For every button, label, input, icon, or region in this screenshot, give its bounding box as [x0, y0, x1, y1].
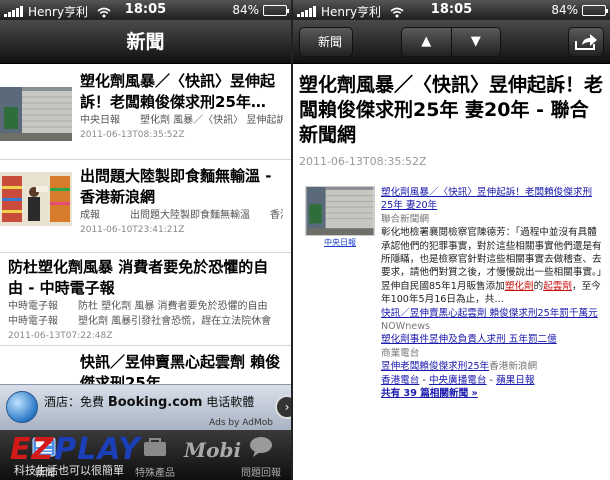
share-button[interactable] [568, 27, 604, 57]
tab-label: 問題回報 [241, 468, 281, 479]
speech-bubble-icon [226, 430, 291, 458]
news-list-screen: Henry亨利 18:05 84% 新聞 塑化劑風暴／〈快訊〉昱伸起訴！老闆賴俊… [0, 0, 291, 480]
item-headline: 防杜塑化劑風暴 消費者要免於恐懼的自由 - 中時電子報 [8, 258, 269, 297]
list-item[interactable]: 塑化劑風暴／〈快訊〉昱伸起訴！老闆賴俊傑求刑25年… 中央日報 塑化劑 風暴／〈… [0, 65, 291, 160]
newspaper-icon [10, 430, 80, 458]
item-meta: 中央日報 塑化劑 風暴／〈快訊〉 昱伸起訴！老闆 賴俊傑求刑25年… [80, 115, 283, 126]
list-item[interactable]: 出問題大陸製即食麵無輸溫 - 香港新浪網 成報 出問題大陸製即食麵無輸溫 香港新… [0, 160, 291, 253]
article-screen: Henry亨利 18:05 84% 新聞 ▲ ▼ 塑化劑風暴／〈快訊〉昱伸起訴！… [293, 0, 610, 480]
item-headline: 塑化劑風暴／〈快訊〉昱伸起訴！老闆賴俊傑求刑25年… [80, 72, 276, 111]
nav-bar: 新聞 [0, 20, 291, 64]
battery-status: 84% [232, 3, 289, 17]
previous-article-button[interactable]: ▲ [402, 28, 451, 56]
source-link[interactable]: 中央廣播電台 [429, 375, 487, 386]
thumbnail-caption[interactable]: 中央日報 [305, 237, 375, 248]
related-source: 香港新浪網 [489, 361, 538, 373]
item-meta: 中時電子報 防杜 塑化劑 風暴 消費者要免於恐懼的自由 中時電子報 塑化劑 風暴… [8, 301, 283, 327]
article: 塑化劑風暴／〈快訊〉昱伸起訴！老闆賴俊傑求刑25年 妻20年 - 聯合新聞網 2… [293, 65, 610, 409]
lead-link[interactable]: 塑化劑風暴／〈快訊〉昱伸起訴！老闆賴俊傑求刑25年 妻20年 [381, 187, 592, 211]
related-link[interactable]: 快訊／昱伸賣黑心起雲劑 賴俊傑求刑25年罰千萬元 [381, 308, 598, 319]
back-button[interactable]: 新聞 [299, 27, 354, 57]
news-list: 塑化劑風暴／〈快訊〉昱伸起訴！老闆賴俊傑求刑25年… 中央日報 塑化劑 風暴／〈… [0, 65, 291, 385]
battery-icon [263, 4, 289, 16]
tab-special-products[interactable]: 特殊產品 [120, 430, 190, 480]
keyword-link[interactable]: 塑化劑 [505, 281, 534, 292]
related-source: 商業電台 [381, 347, 420, 359]
prev-next-control: ▲ ▼ [401, 27, 501, 57]
tab-news[interactable]: 新聞 [10, 430, 80, 480]
tab-feedback[interactable]: 問題回報 [226, 430, 291, 480]
ad-arrow-icon[interactable]: › [275, 395, 291, 419]
ad-text: 酒店：免費 Booking.com 电话軟體 [44, 395, 255, 410]
list-item[interactable]: 防杜塑化劑風暴 消費者要免於恐懼的自由 - 中時電子報 中時電子報 防杜 塑化劑… [0, 253, 291, 346]
related-link[interactable]: 昱伸老闆賴俊傑求刑25年 [381, 361, 489, 372]
storefront-thumbnail [0, 87, 72, 141]
battery-percent: 84% [232, 3, 259, 17]
battery-percent: 84% [551, 3, 578, 17]
item-headline: 快訊／昱伸賣黑心起雲劑 賴俊傑求刑25年… [80, 353, 281, 385]
share-icon [575, 34, 597, 50]
supermarket-thumbnail [0, 172, 72, 226]
ad-attribution: Ads by AdMob [209, 418, 273, 428]
status-bar: Henry亨利 18:05 84% [293, 0, 610, 20]
status-bar: Henry亨利 18:05 84% [0, 0, 291, 20]
item-date: 2011-06-13T08:35:52Z [80, 130, 185, 140]
nav-bar: 新聞 ▲ ▼ [293, 20, 610, 64]
tab-label: 新聞 [35, 468, 55, 479]
story-block: 中央日報 塑化劑風暴／〈快訊〉昱伸起訴！老闆賴俊傑求刑25年 妻20年 聯合新聞… [299, 186, 604, 401]
item-date: 2011-06-10T23:41:21Z [80, 225, 185, 235]
item-date: 2011-06-13T07:22:48Z [8, 331, 113, 341]
article-date: 2011-06-13T08:35:52Z [299, 155, 427, 168]
article-title: 塑化劑風暴／〈快訊〉昱伸起訴！老闆賴俊傑求刑25年 妻20年 - 聯合新聞網 [299, 74, 604, 146]
tab-label: 特殊產品 [135, 468, 175, 479]
item-headline: 出問題大陸製即食麵無輸溫 - 香港新浪網 [80, 167, 272, 206]
source-link[interactable]: 香港電台 [381, 375, 419, 386]
battery-icon [582, 4, 608, 16]
ad-banner[interactable]: 酒店：免費 Booking.com 电话軟體 Ads by AdMob › [0, 384, 291, 430]
keyword-link[interactable]: 起雲劑 [543, 281, 572, 292]
page-title: 新聞 [126, 31, 165, 53]
globe-icon [6, 391, 38, 423]
battery-status: 84% [551, 3, 608, 17]
related-link[interactable]: 塑化劑事件昱伸及負責人求刑 五年罰二億 [381, 334, 557, 345]
list-item[interactable]: 快訊／昱伸賣黑心起雲劑 賴俊傑求刑25年… [0, 346, 291, 385]
products-icon [120, 430, 190, 458]
lead-source: 聯合新聞網 [381, 213, 429, 225]
more-related-link[interactable]: 共有 39 篇相關新聞 » [381, 388, 478, 399]
source-link[interactable]: 蘋果日報 [496, 375, 534, 386]
story-body: 塑化劑風暴／〈快訊〉昱伸起訴！老闆賴俊傑求刑25年 妻20年 聯合新聞網 彰化地… [381, 187, 602, 400]
storefront-thumbnail[interactable] [305, 186, 375, 236]
tab-bar: 新聞 特殊產品 問題回報 [0, 430, 291, 480]
next-article-button[interactable]: ▼ [450, 28, 500, 56]
item-meta: 成報 出問題大陸製即食麵無輸溫 香港新浪網 (本報記者崔源明… [80, 210, 283, 221]
related-source: NOWnews [381, 321, 431, 333]
